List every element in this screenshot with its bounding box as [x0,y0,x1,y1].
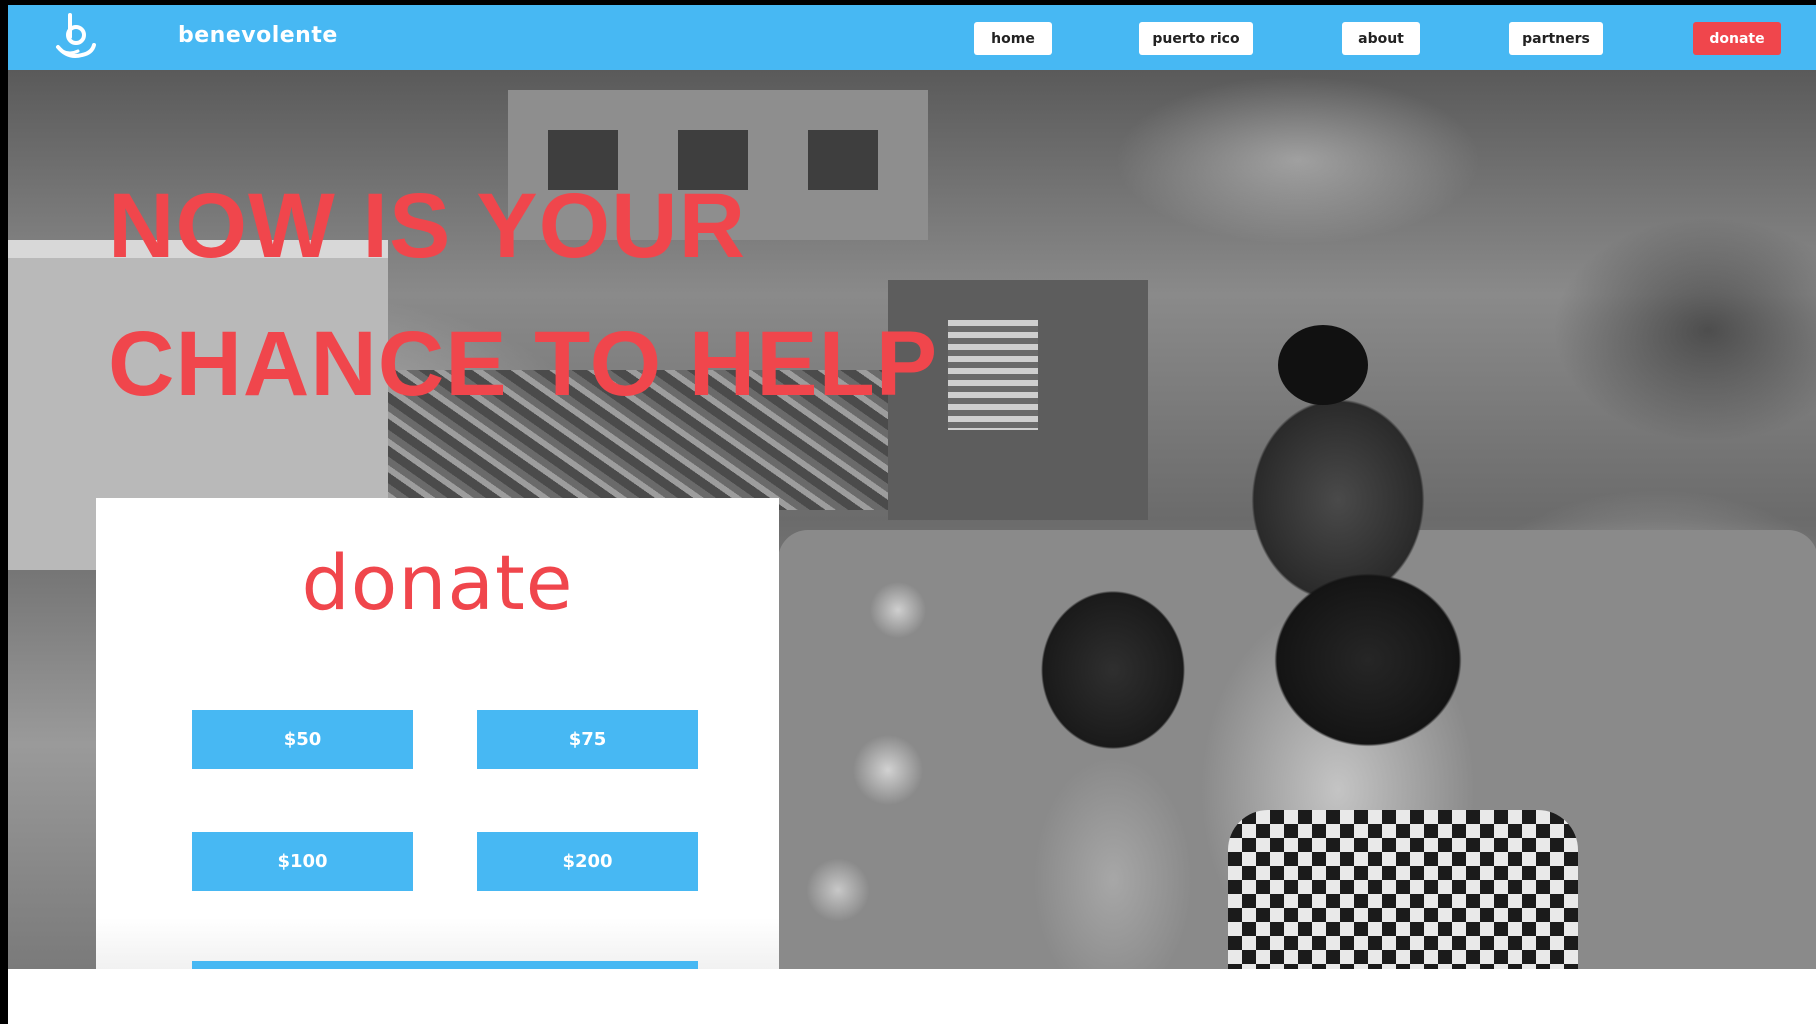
donate-card: donate $50 $75 $100 $200 [96,498,779,969]
hero-headline: NOW IS YOUR CHANCE TO HELP [108,157,938,433]
headline-line-1: NOW IS YOUR [108,175,747,277]
amount-75-button[interactable]: $75 [477,710,698,769]
top-navbar: benevolente home puerto rico about partn… [8,5,1816,70]
mother-hair [1278,325,1368,405]
donate-card-title: donate [301,538,574,627]
nav-donate-button[interactable]: donate [1693,22,1781,55]
nav-home-button[interactable]: home [974,22,1052,55]
nav-partners-button[interactable]: partners [1509,22,1603,55]
amount-100-button[interactable]: $100 [192,832,413,891]
child-figure [998,560,1228,969]
page-bottom-area [8,969,1816,1024]
checkered-shirt [1228,810,1578,969]
nav-puerto-rico-button[interactable]: puerto rico [1139,22,1253,55]
amount-200-button[interactable]: $200 [477,832,698,891]
nav-about-button[interactable]: about [1342,22,1420,55]
custom-amount-button-partial[interactable] [192,961,698,969]
brand-name[interactable]: benevolente [178,23,338,48]
browser-viewport: benevolente home puerto rico about partn… [8,5,1816,969]
headline-line-2: CHANCE TO HELP [108,313,939,415]
hand-holding-b-logo-icon[interactable] [54,11,98,63]
amount-50-button[interactable]: $50 [192,710,413,769]
